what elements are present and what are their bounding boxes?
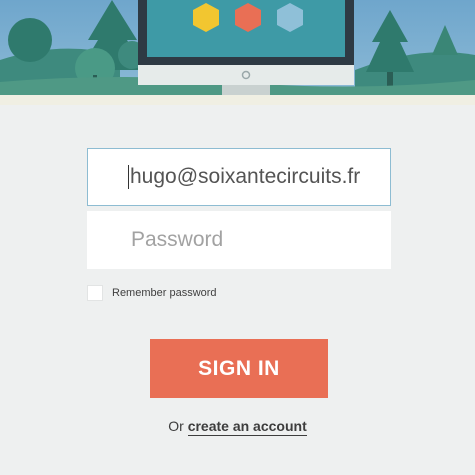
text-caret bbox=[128, 165, 129, 189]
email-field[interactable]: hugo@soixantecircuits.fr bbox=[87, 148, 391, 206]
remember-password-label: Remember password bbox=[112, 287, 217, 299]
password-field[interactable]: Password bbox=[87, 211, 391, 269]
hero-divider bbox=[0, 95, 475, 105]
or-text: Or bbox=[168, 418, 184, 434]
sign-in-button[interactable]: SIGN IN bbox=[150, 339, 328, 398]
password-placeholder: Password bbox=[131, 228, 224, 251]
email-value: hugo@soixantecircuits.fr bbox=[130, 165, 361, 188]
remember-password-row[interactable]: Remember password bbox=[87, 284, 217, 302]
forest-scene bbox=[0, 0, 475, 98]
remember-password-checkbox[interactable] bbox=[87, 285, 103, 301]
hero-illustration bbox=[0, 0, 475, 98]
create-account-link[interactable]: create an account bbox=[187, 418, 307, 436]
create-account-line: Or create an account bbox=[0, 418, 475, 436]
